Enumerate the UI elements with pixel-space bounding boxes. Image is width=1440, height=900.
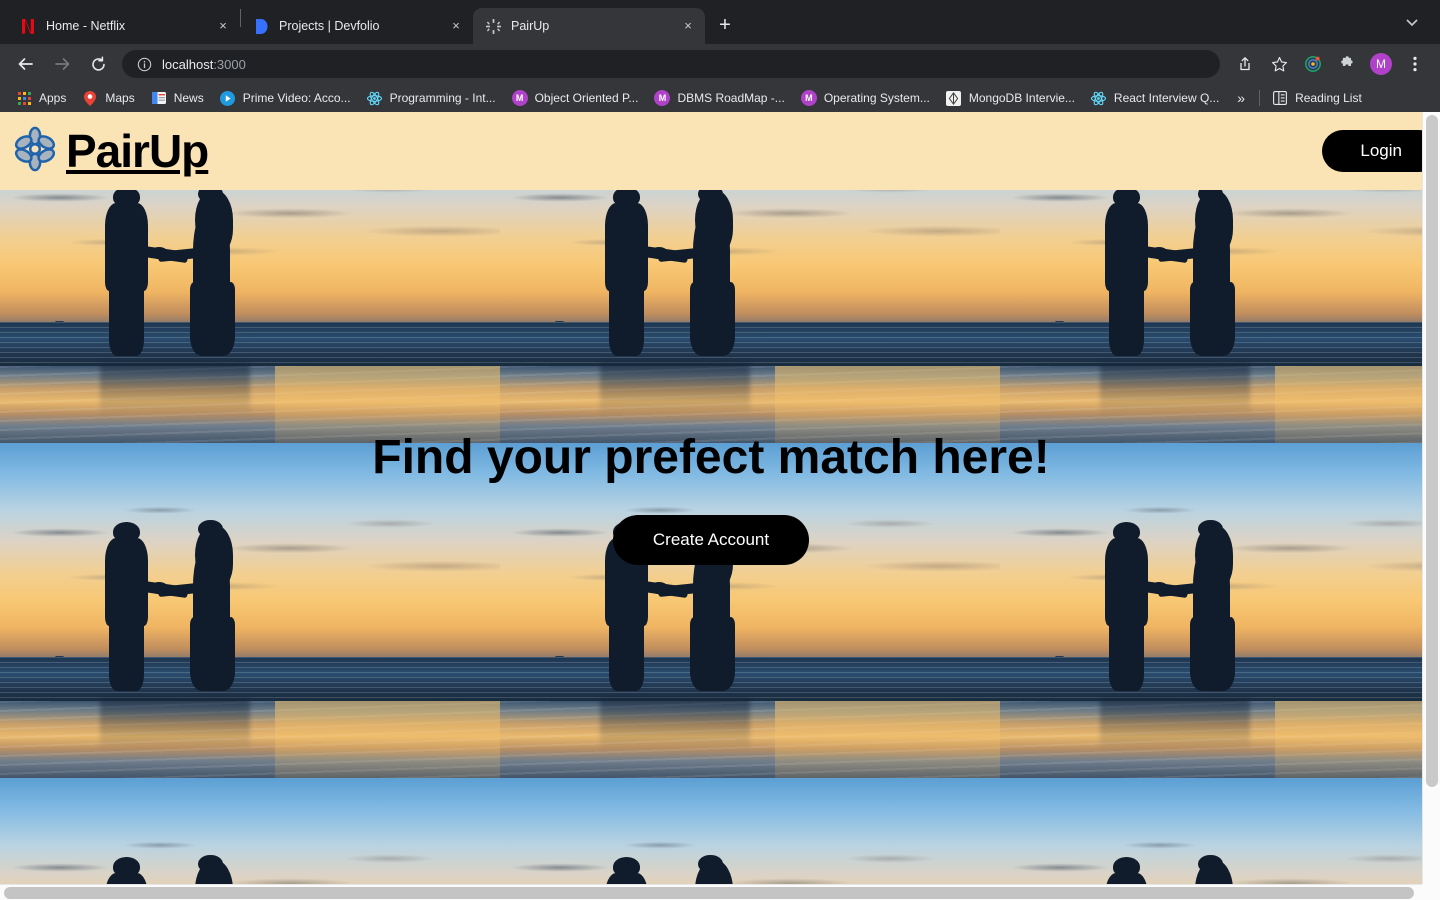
bookmark-mongodb[interactable]: MongoDB Intervie... (938, 87, 1083, 109)
url-host: localhost (162, 56, 214, 72)
bookmark-label: Programming - Int... (389, 91, 496, 105)
hero-tile (0, 443, 500, 778)
bookmark-prime-video[interactable]: Prime Video: Acco... (212, 87, 359, 109)
couple-beach-photo (0, 443, 500, 778)
bookmark-label: DBMS RoadMap -... (677, 91, 785, 105)
reload-icon[interactable] (83, 49, 113, 79)
bookmark-operating-systems[interactable]: M Operating System... (793, 87, 938, 109)
brand[interactable]: PairUp (12, 125, 209, 177)
bookmarks-overflow-icon[interactable]: » (1227, 90, 1255, 106)
bookmarks-bar: Apps Maps News Prime Video: Acco... Prog… (0, 84, 1440, 112)
bookmark-react-interview[interactable]: React Interview Q... (1083, 87, 1227, 109)
apps-grid-icon (16, 90, 32, 106)
site-header: PairUp Login (0, 112, 1422, 190)
netflix-icon (20, 18, 36, 34)
back-icon[interactable] (11, 49, 41, 79)
browser-toolbar: localhost:3000 M (0, 44, 1440, 84)
couple-beach-photo (500, 190, 1000, 443)
bookmark-label: Object Oriented P... (534, 91, 639, 105)
extension-colored-icon[interactable] (1299, 50, 1327, 78)
flower-logo-icon (12, 126, 58, 177)
couple-beach-photo (500, 778, 1000, 884)
bookmark-programming[interactable]: Programming - Int... (359, 87, 504, 109)
bookmark-label: MongoDB Intervie... (968, 91, 1075, 105)
hero-tile (0, 190, 500, 443)
tab-title: Projects | Devfolio (279, 19, 380, 33)
bookmark-oop[interactable]: M Object Oriented P... (504, 87, 647, 109)
tab-netflix[interactable]: Home - Netflix × (8, 8, 240, 44)
create-account-button[interactable]: Create Account (612, 514, 810, 565)
couple-beach-photo (0, 190, 500, 443)
bookmark-news[interactable]: News (143, 87, 212, 109)
bookmark-star-icon[interactable] (1265, 50, 1293, 78)
horizontal-scrollbar[interactable] (0, 884, 1440, 900)
prime-video-icon (220, 90, 236, 106)
login-button[interactable]: Login (1322, 130, 1422, 172)
tab-title: PairUp (511, 19, 550, 33)
tab-title: Home - Netflix (46, 19, 126, 33)
hero-tile (500, 443, 1000, 778)
bookmark-label: Apps (39, 91, 67, 105)
vertical-scrollbar-thumb[interactable] (1426, 115, 1438, 787)
devfolio-icon (253, 18, 269, 34)
hero-tile (1000, 190, 1422, 443)
reading-list-icon (1272, 90, 1288, 106)
mongodb-icon (946, 90, 962, 106)
browser-window: Home - Netflix × Projects | Devfolio × P… (0, 0, 1440, 900)
tab-strip: Home - Netflix × Projects | Devfolio × P… (0, 0, 1440, 44)
bookmark-dbms[interactable]: M DBMS RoadMap -... (646, 87, 792, 109)
react-atom-icon (367, 90, 383, 106)
hero-tile (500, 778, 1000, 884)
bookmark-label: Operating System... (823, 91, 930, 105)
url-text: localhost:3000 (162, 57, 246, 72)
medium-icon: M (654, 90, 671, 106)
bookmark-label: News (173, 91, 204, 105)
hero-tile (1000, 443, 1422, 778)
scrollbar-corner (1422, 884, 1440, 900)
new-tab-button[interactable]: + (711, 12, 739, 40)
tab-pairup[interactable]: PairUp × (473, 8, 705, 44)
medium-icon: M (511, 90, 528, 106)
brand-name: PairUp (66, 125, 209, 177)
tab-close-icon[interactable]: × (679, 17, 697, 35)
extensions-puzzle-icon[interactable] (1333, 50, 1361, 78)
reading-list-label: Reading List (1295, 91, 1362, 105)
bookmarks-separator (1259, 90, 1261, 106)
tab-devfolio[interactable]: Projects | Devfolio × (241, 8, 473, 44)
tab-close-icon[interactable]: × (447, 17, 465, 35)
horizontal-scrollbar-thumb[interactable] (4, 887, 1414, 899)
forward-icon[interactable] (47, 49, 77, 79)
hero-section: Find your prefect match here! Create Acc… (0, 190, 1422, 884)
react-atom-icon (1091, 90, 1107, 106)
google-news-icon (151, 90, 167, 106)
couple-beach-photo (1000, 190, 1422, 443)
chrome-menu-icon[interactable] (1401, 50, 1429, 78)
hero-tile (0, 778, 500, 884)
couple-beach-photo (500, 443, 1000, 778)
profile-avatar[interactable]: M (1370, 53, 1392, 75)
tab-close-icon[interactable]: × (214, 17, 232, 35)
page-viewport: PairUp Login Find your prefect match her… (0, 112, 1440, 900)
hero-tile (1000, 778, 1422, 884)
bookmark-label: Maps (105, 91, 135, 105)
maps-pin-icon (82, 90, 98, 106)
address-bar[interactable]: localhost:3000 (122, 50, 1220, 78)
bookmark-apps[interactable]: Apps (8, 87, 74, 109)
url-port: :3000 (213, 56, 246, 72)
spinner-icon (485, 18, 501, 34)
bookmark-maps[interactable]: Maps (74, 87, 142, 109)
share-icon[interactable] (1231, 50, 1259, 78)
info-circle-icon[interactable] (136, 56, 152, 72)
medium-icon: M (800, 90, 817, 106)
vertical-scrollbar[interactable] (1422, 112, 1440, 884)
hero-tile (500, 190, 1000, 443)
reading-list-button[interactable]: Reading List (1264, 87, 1370, 109)
couple-beach-photo (0, 778, 500, 884)
chevron-down-icon[interactable] (1398, 10, 1426, 38)
couple-beach-photo (1000, 443, 1422, 778)
pairup-page: PairUp Login Find your prefect match her… (0, 112, 1422, 884)
bookmark-label: Prime Video: Acco... (242, 91, 351, 105)
couple-beach-photo (1000, 778, 1422, 884)
bookmark-label: React Interview Q... (1113, 91, 1220, 105)
